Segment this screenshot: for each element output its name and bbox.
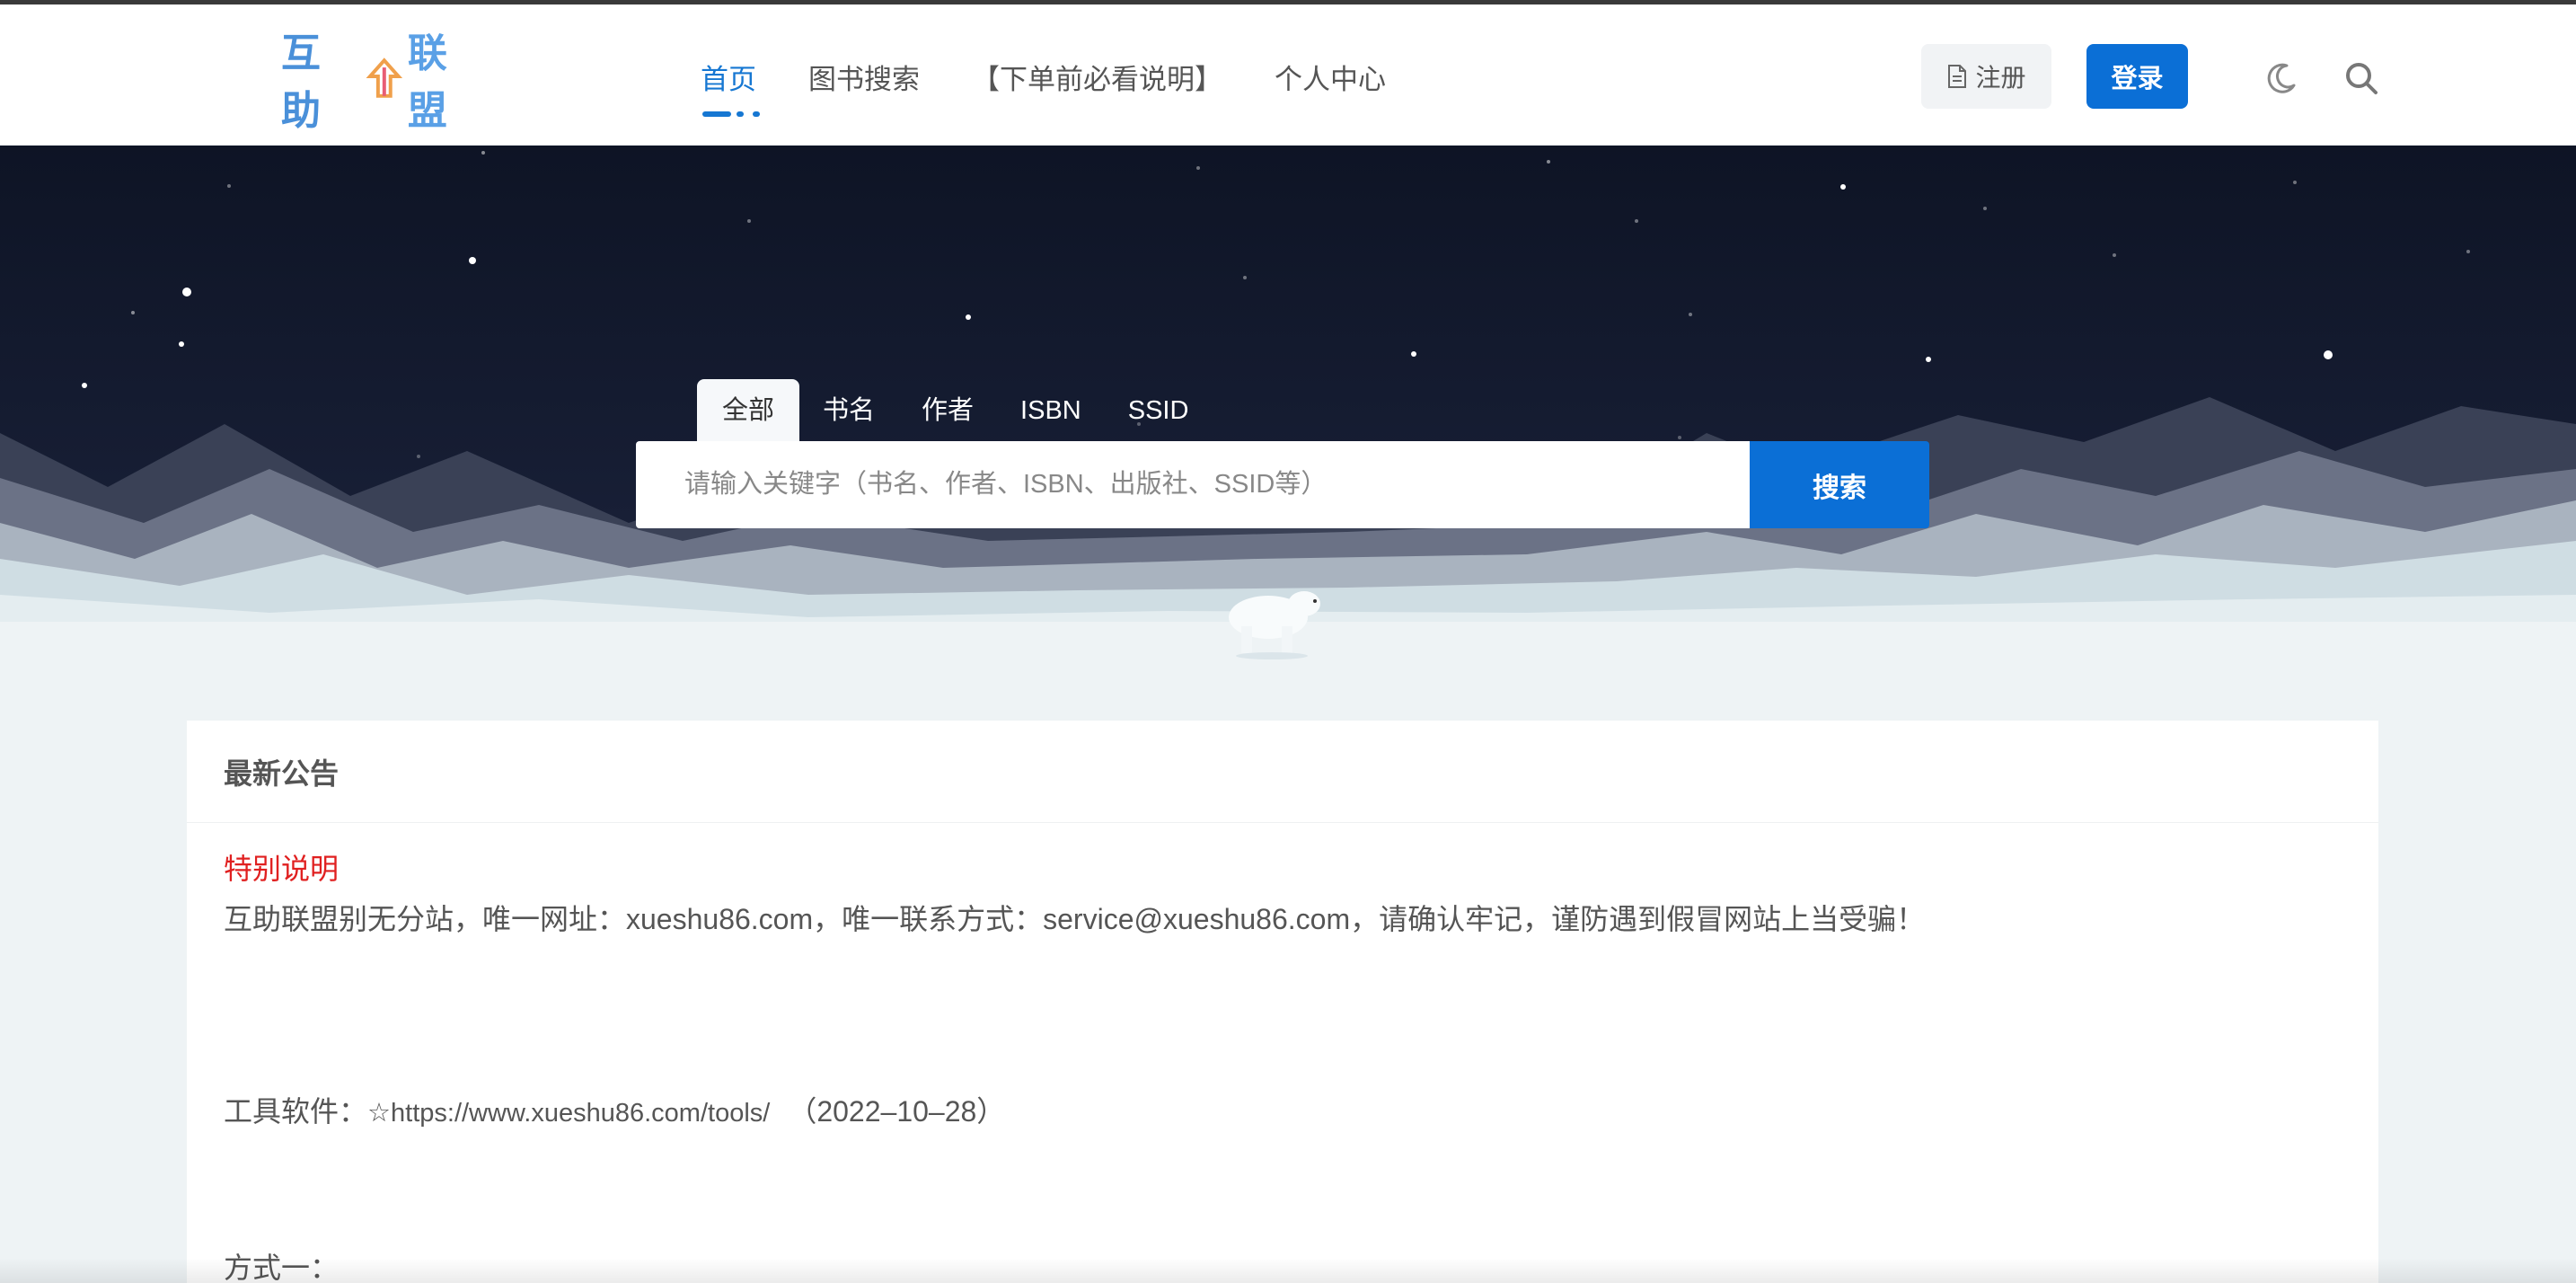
search-type-tabs: 全部 书名 作者 ISBN SSID (697, 379, 1212, 442)
nav-order-notice[interactable]: 【下单前必看说明】 (972, 57, 1222, 117)
special-notice-text: 互助联盟别无分站，唯一网址：xueshu86.com，唯一联系方式：servic… (224, 903, 1926, 935)
search-tab-ssid[interactable]: SSID (1105, 379, 1213, 442)
search-tab-author[interactable]: 作者 (898, 379, 997, 442)
special-notice-title: 特别说明 (224, 853, 340, 885)
search-tab-all[interactable]: 全部 (697, 379, 800, 442)
tools-link[interactable]: ☆https://www.xueshu86.com/tools/ (367, 1097, 770, 1128)
login-button[interactable]: 登录 (2086, 44, 2188, 109)
nav-book-search[interactable]: 图书搜索 (808, 57, 920, 117)
mountain-night-scene (0, 151, 2576, 721)
search-button[interactable]: 搜索 (1750, 441, 1929, 528)
search-icon[interactable] (2343, 60, 2379, 96)
search-button-label: 搜索 (1813, 473, 1866, 503)
logo-arrow-icon (366, 58, 403, 98)
announcement-title: 最新公告 (187, 721, 2378, 823)
bottom-shadow (0, 1258, 2576, 1283)
main-nav: 首页 图书搜索 【下单前必看说明】 个人中心 (701, 57, 1438, 117)
search-tab-isbn[interactable]: ISBN (997, 379, 1105, 442)
site-logo[interactable]: 互助 联盟 (281, 31, 488, 133)
search-tab-title[interactable]: 书名 (799, 379, 898, 442)
nav-home[interactable]: 首页 (701, 57, 756, 117)
register-button[interactable]: 注册 (1921, 44, 2051, 109)
login-label: 登录 (2111, 65, 2164, 93)
navbar: 互助 联盟 首页 图书搜索 【下单前必看说明】 个人中心 注册 登录 (0, 4, 2576, 146)
tools-date: （2022–10–28） (788, 1095, 1006, 1128)
search-box (636, 441, 1750, 528)
tools-label: 工具软件： (224, 1095, 368, 1128)
tools-line: 工具软件： ☆https://www.xueshu86.com/tools/ （… (224, 1089, 1005, 1130)
register-label: 注册 (1975, 64, 2026, 92)
logo-text-right: 联盟 (407, 31, 448, 133)
logo-text-left: 互助 (281, 31, 322, 133)
document-icon (1948, 65, 1967, 88)
search-input[interactable] (684, 470, 1750, 500)
announcement-card: 最新公告 特别说明 互助联盟别无分站，唯一网址：xueshu86.com，唯一联… (187, 721, 2378, 1283)
moon-icon[interactable] (2263, 60, 2299, 96)
hero-banner: 全部 书名 作者 ISBN SSID 搜索 (0, 146, 2576, 721)
nav-user-center[interactable]: 个人中心 (1275, 57, 1386, 117)
